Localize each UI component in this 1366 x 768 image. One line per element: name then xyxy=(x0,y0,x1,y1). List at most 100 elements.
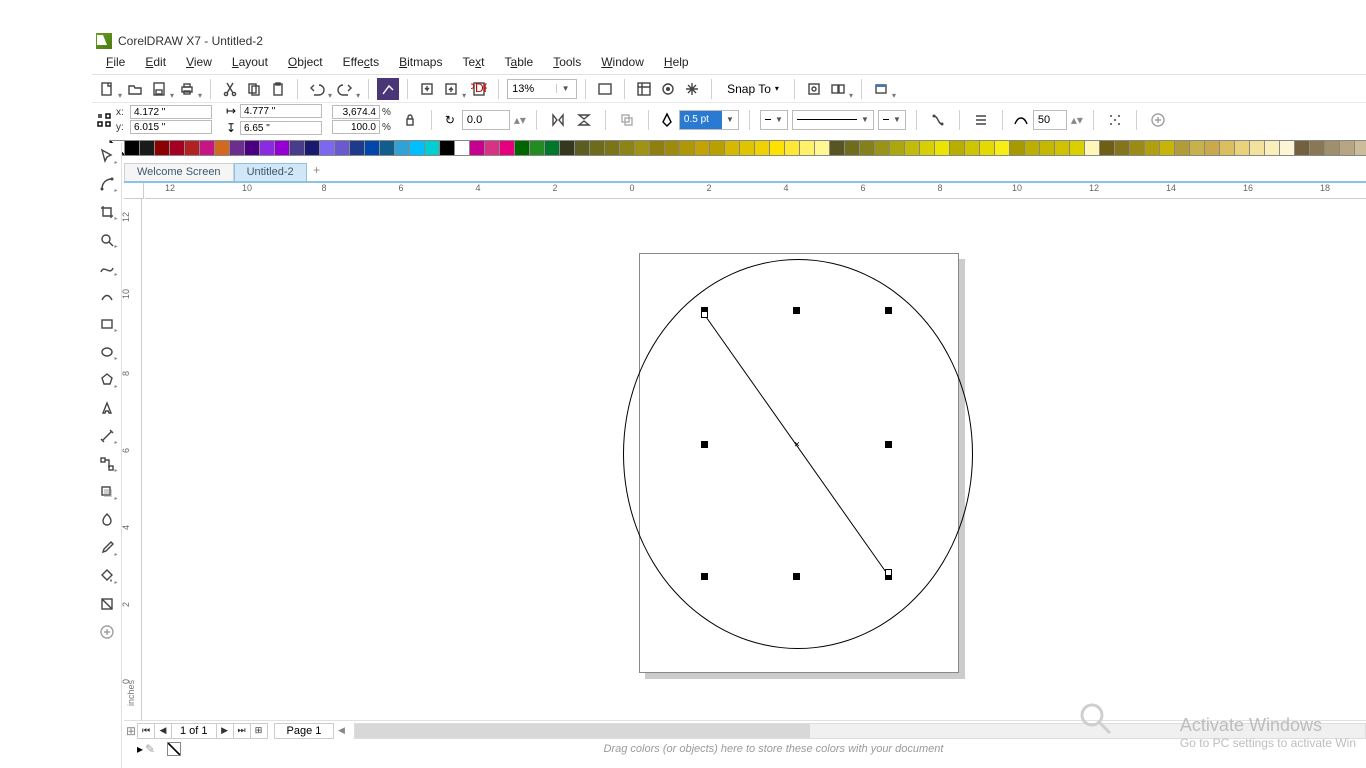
color-swatch[interactable] xyxy=(289,140,305,156)
color-swatch[interactable] xyxy=(199,140,215,156)
color-swatch[interactable] xyxy=(904,140,920,156)
color-swatch[interactable] xyxy=(154,140,170,156)
selection-handle[interactable] xyxy=(793,307,800,314)
ellipse-tool[interactable]: ▸ xyxy=(95,341,119,363)
quick-customize-tool[interactable] xyxy=(95,621,119,643)
selection-handle[interactable] xyxy=(885,307,892,314)
color-swatch[interactable] xyxy=(499,140,515,156)
color-swatch[interactable] xyxy=(1039,140,1055,156)
height-input[interactable]: 6.65 " xyxy=(240,121,322,135)
selection-handle[interactable] xyxy=(701,573,708,580)
mirror-v-button[interactable] xyxy=(573,109,595,131)
drop-shadow-tool[interactable]: ▸ xyxy=(95,481,119,503)
color-swatch[interactable] xyxy=(1204,140,1220,156)
zoom-input[interactable] xyxy=(508,83,556,95)
undo-button[interactable] xyxy=(306,78,328,100)
ruler-origin[interactable] xyxy=(124,183,144,199)
color-swatch[interactable] xyxy=(214,140,230,156)
color-swatch[interactable] xyxy=(244,140,260,156)
menu-help[interactable]: Help xyxy=(654,53,699,71)
menu-layout[interactable]: Layout xyxy=(222,53,278,71)
color-swatch[interactable] xyxy=(544,140,560,156)
color-swatch[interactable] xyxy=(349,140,365,156)
selection-handle[interactable] xyxy=(793,573,800,580)
color-swatch[interactable] xyxy=(859,140,875,156)
new-button[interactable] xyxy=(96,78,118,100)
lock-ratio-button[interactable] xyxy=(399,109,421,131)
color-swatch[interactable] xyxy=(679,140,695,156)
color-swatch[interactable] xyxy=(1144,140,1160,156)
wrap-text-button[interactable] xyxy=(927,109,949,131)
color-swatch[interactable] xyxy=(844,140,860,156)
color-swatch[interactable] xyxy=(739,140,755,156)
color-swatch[interactable] xyxy=(694,140,710,156)
color-swatch[interactable] xyxy=(664,140,680,156)
selection-center[interactable]: × xyxy=(794,440,800,451)
interactive-fill-tool[interactable]: ▸ xyxy=(95,565,119,587)
color-swatch[interactable] xyxy=(454,140,470,156)
line-style-dropdown[interactable]: ▼ xyxy=(792,110,874,130)
page-tab-1[interactable]: Page 1 xyxy=(274,723,335,739)
color-swatch[interactable] xyxy=(394,140,410,156)
color-swatch[interactable] xyxy=(274,140,290,156)
end-arrow-dropdown[interactable]: ▼ xyxy=(878,110,906,130)
color-swatch[interactable] xyxy=(1339,140,1355,156)
color-swatch[interactable] xyxy=(514,140,530,156)
zoom-tool[interactable]: ▸ xyxy=(95,229,119,251)
snap-to-dropdown[interactable]: Snap To ▾ xyxy=(720,79,786,99)
app-launcher-button[interactable] xyxy=(827,78,849,100)
color-swatch[interactable] xyxy=(334,140,350,156)
color-swatch[interactable] xyxy=(1159,140,1175,156)
menu-file[interactable]: File xyxy=(96,53,135,71)
color-swatch[interactable] xyxy=(364,140,380,156)
artistic-media-tool[interactable] xyxy=(95,285,119,307)
publish-pdf-button[interactable]: PDF xyxy=(468,78,490,100)
color-swatch[interactable] xyxy=(184,140,200,156)
width-input[interactable]: 4.777 " xyxy=(240,104,322,118)
menu-tools[interactable]: Tools xyxy=(543,53,591,71)
show-guidelines-button[interactable] xyxy=(681,78,703,100)
color-swatch[interactable] xyxy=(229,140,245,156)
color-swatch[interactable] xyxy=(949,140,965,156)
rectangle-tool[interactable]: ▸ xyxy=(95,313,119,335)
color-swatch[interactable] xyxy=(874,140,890,156)
zoom-level[interactable]: ▼ xyxy=(507,79,577,99)
pick-tool[interactable]: ▸ xyxy=(95,145,119,167)
close-curve-button[interactable] xyxy=(970,109,992,131)
transparency-tool[interactable] xyxy=(95,509,119,531)
y-input[interactable]: 6.015 " xyxy=(130,120,212,134)
color-swatch[interactable] xyxy=(1009,140,1025,156)
color-swatch[interactable] xyxy=(1234,140,1250,156)
color-swatch[interactable] xyxy=(1069,140,1085,156)
color-swatch[interactable] xyxy=(559,140,575,156)
dropdown-icon[interactable]: ▼ xyxy=(556,84,574,93)
outline-width-dropdown[interactable]: 0.5 pt ▼ xyxy=(679,110,739,130)
scale-x-input[interactable] xyxy=(332,105,380,119)
color-swatch[interactable] xyxy=(1189,140,1205,156)
menu-edit[interactable]: Edit xyxy=(135,53,176,71)
color-swatch[interactable] xyxy=(319,140,335,156)
first-page-button[interactable]: ⏮ xyxy=(137,723,155,739)
last-page-button[interactable]: ⏭ xyxy=(233,723,251,739)
open-button[interactable] xyxy=(124,78,146,100)
color-swatch[interactable] xyxy=(1264,140,1280,156)
menu-effects[interactable]: Effects xyxy=(333,53,389,71)
swatch-none[interactable] xyxy=(167,742,181,756)
rotation-input[interactable] xyxy=(462,110,510,130)
freehand-tool[interactable]: ▸ xyxy=(95,257,119,279)
show-rulers-button[interactable] xyxy=(633,78,655,100)
color-swatch[interactable] xyxy=(1324,140,1340,156)
color-swatch[interactable] xyxy=(934,140,950,156)
add-page-button[interactable]: ⊞ xyxy=(250,723,268,739)
import-button[interactable] xyxy=(416,78,438,100)
crop-tool[interactable]: ▸ xyxy=(95,201,119,223)
stepper-icon[interactable]: ▴▾ xyxy=(514,113,526,127)
color-swatch[interactable] xyxy=(724,140,740,156)
horizontal-ruler[interactable]: 12108642024681012141618 xyxy=(145,183,1366,199)
menu-table[interactable]: Table xyxy=(495,53,544,71)
color-swatch[interactable] xyxy=(259,140,275,156)
menu-text[interactable]: Text xyxy=(452,53,494,71)
color-swatch[interactable] xyxy=(439,140,455,156)
color-swatch[interactable] xyxy=(1219,140,1235,156)
paste-button[interactable] xyxy=(267,78,289,100)
